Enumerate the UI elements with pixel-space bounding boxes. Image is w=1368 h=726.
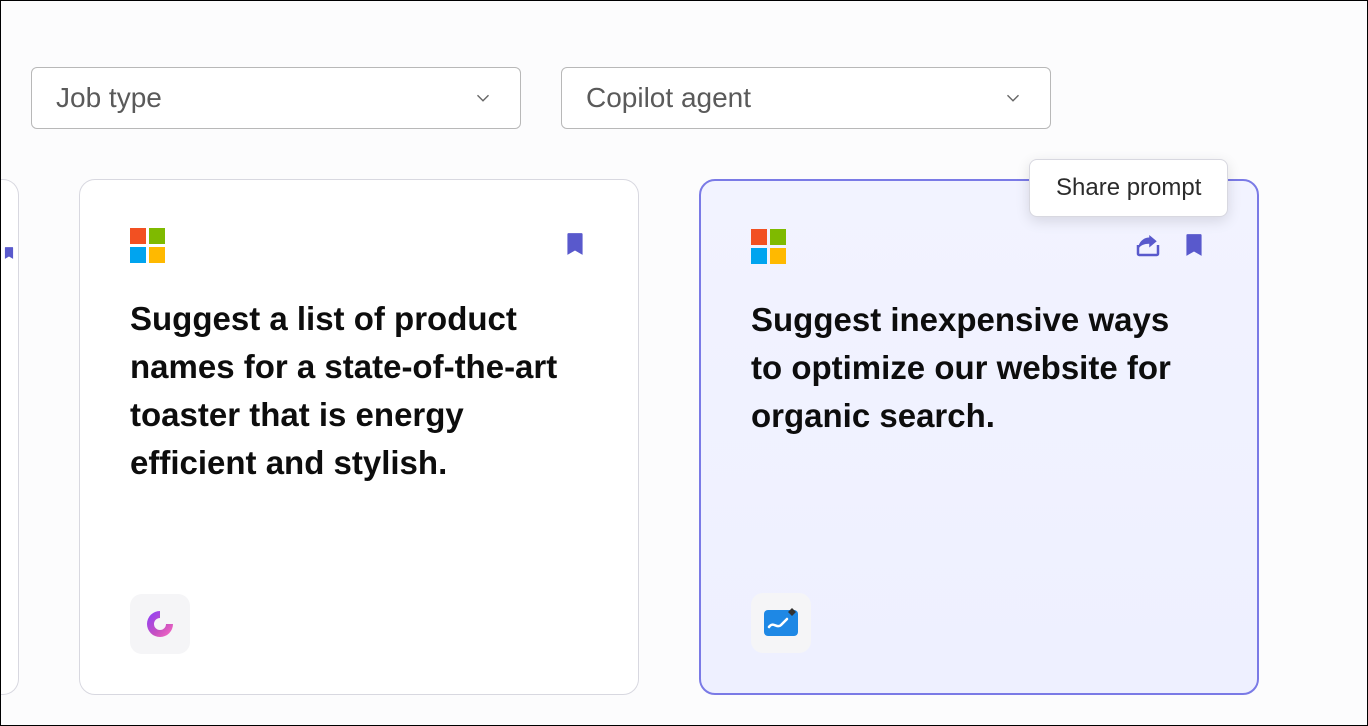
loop-icon [130,594,190,654]
prompt-text: Suggest inexpensive ways to optimize our… [751,296,1207,440]
filter-bar: Job type Copilot agent [31,67,1051,129]
card-actions [562,228,588,265]
bookmark-icon[interactable] [562,228,588,265]
share-prompt-tooltip: Share prompt [1029,159,1228,217]
prompt-card[interactable]: Suggest inexpensive ways to optimize our… [699,179,1259,695]
job-type-dropdown[interactable]: Job type [31,67,521,129]
card-footer [751,593,1207,653]
copilot-agent-label: Copilot agent [586,82,751,114]
card-actions [1133,229,1207,266]
whiteboard-icon [751,593,811,653]
copilot-agent-dropdown[interactable]: Copilot agent [561,67,1051,129]
bookmark-icon[interactable] [1181,229,1207,266]
prompt-text: Suggest a list of product names for a st… [130,295,588,486]
prompt-card[interactable]: Suggest a list of product names for a st… [79,179,639,695]
prompt-card-partial[interactable] [1,179,19,695]
chevron-down-icon [470,85,496,111]
bookmark-icon [2,240,16,271]
card-header [130,228,588,265]
share-icon[interactable] [1133,230,1163,265]
chevron-down-icon [1000,85,1026,111]
microsoft-logo-icon [130,228,165,263]
prompt-cards-row: Suggest a list of product names for a st… [1,179,1259,695]
card-header [751,229,1207,266]
job-type-label: Job type [56,82,162,114]
tooltip-text: Share prompt [1056,174,1201,201]
microsoft-logo-icon [751,229,786,264]
card-footer [130,594,588,654]
